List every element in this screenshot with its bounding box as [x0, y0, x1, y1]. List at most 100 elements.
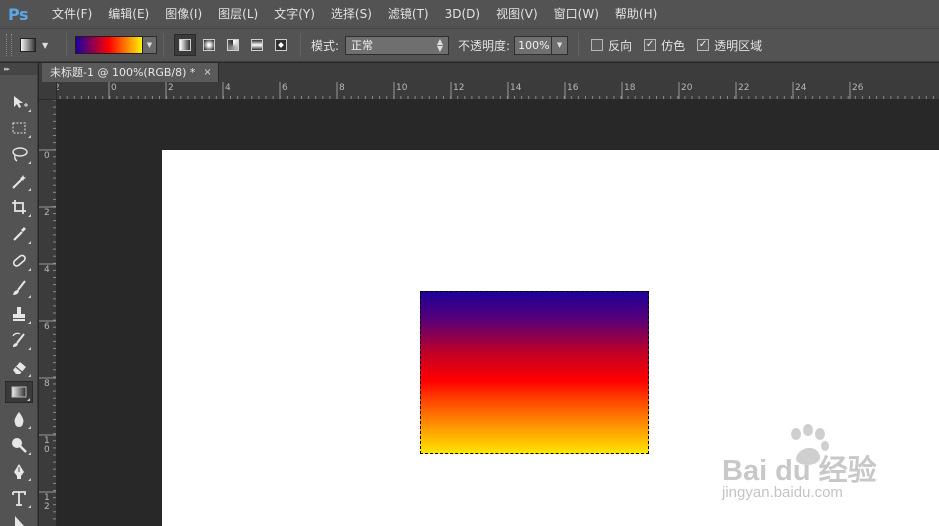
eraser-tool-button[interactable] [5, 356, 33, 378]
menu-item[interactable]: 编辑(E) [100, 0, 157, 28]
transparency-checkbox-box[interactable]: ✓ [697, 39, 710, 51]
menu-item[interactable]: 图层(L) [210, 0, 266, 28]
dodge-tool-button[interactable] [5, 434, 33, 456]
ruler-label: 2 [168, 83, 174, 93]
menu-bar: Ps 文件(F) 编辑(E) 图像(I) 图层(L) 文字(Y) 选择(S) 滤镜(T) 3D… [0, 0, 939, 28]
tool-flyout-indicator [28, 478, 31, 481]
ruler-label: 4 [225, 83, 231, 93]
menu-item[interactable]: 窗口(W) [546, 0, 607, 28]
ruler-label: 1 0 [44, 436, 50, 455]
pen-icon [14, 464, 24, 479]
document-tab-bar: 未标题-1 @ 100%(RGB/8) * × [39, 63, 939, 82]
transparency-checkbox[interactable]: ✓ 透明区域 [697, 37, 762, 54]
tool-flyout-indicator [28, 109, 31, 112]
lasso-tool-button[interactable] [5, 143, 33, 165]
divider [300, 33, 301, 57]
watermark-brand: Bai du 经验 [722, 455, 877, 487]
toolbox-collapse-icon[interactable]: ▸▸ [0, 63, 37, 75]
ruler-origin[interactable] [39, 82, 57, 100]
tool-flyout-indicator [27, 398, 30, 401]
eyedropper-icon [13, 227, 26, 241]
path-selection-tool-button[interactable] [5, 512, 33, 526]
divider [163, 33, 164, 57]
options-bar-grip[interactable] [6, 34, 12, 56]
angle-gradient-button[interactable] [222, 34, 244, 56]
menu-item[interactable]: 选择(S) [323, 0, 380, 28]
eraser-icon [13, 362, 26, 374]
dodge-icon [12, 438, 27, 453]
menu-item[interactable]: 帮助(H) [607, 0, 665, 28]
ruler-label: 6 [282, 83, 288, 93]
opacity-slider-button[interactable]: ▼ [552, 35, 569, 55]
tool-flyout-indicator [28, 241, 31, 244]
blur-tool-button[interactable] [5, 408, 33, 430]
selection-marquee[interactable] [420, 291, 649, 454]
type-tool-button[interactable] [5, 487, 33, 509]
menu-item[interactable]: 滤镜(T) [380, 0, 437, 28]
tool-preset-picker[interactable]: ▼ [20, 33, 60, 57]
marquee-tool-button[interactable] [5, 117, 33, 139]
path-selection-icon [15, 516, 24, 526]
tool-flyout-indicator [28, 161, 31, 164]
gradient-dropdown-button[interactable]: ▼ [143, 36, 157, 54]
magic-wand-tool-button[interactable] [5, 170, 33, 192]
horizontal-ruler[interactable]: 202468101214161820222426 [57, 82, 939, 100]
opacity-input[interactable]: 100% [514, 35, 553, 55]
pen-tool-button[interactable] [5, 460, 33, 482]
menu-item[interactable]: 图像(I) [157, 0, 210, 28]
watermark-url: jingyan.baidu.com [722, 484, 843, 501]
reverse-checkbox[interactable]: 反向 [591, 37, 632, 54]
clone-stamp-tool-button[interactable] [5, 303, 33, 325]
opacity-label: 不透明度: [458, 38, 511, 53]
opacity-control: 100% ▼ [514, 35, 569, 55]
dither-checkbox[interactable]: ✓ 仿色 [644, 37, 685, 54]
reflected-gradient-button[interactable] [246, 34, 268, 56]
document-tab[interactable]: 未标题-1 @ 100%(RGB/8) * × [42, 63, 219, 82]
tool-flyout-indicator [28, 188, 31, 191]
updown-arrows-icon: ▲ ▼ [436, 37, 444, 53]
transparency-label: 透明区域 [714, 38, 763, 53]
menu-item[interactable]: 视图(V) [488, 0, 546, 28]
radial-gradient-button[interactable] [198, 34, 220, 56]
radial-gradient-icon [203, 39, 215, 51]
mode-label: 模式: [311, 38, 340, 53]
marquee-icon [12, 122, 26, 134]
reverse-checkbox-box[interactable] [591, 39, 604, 51]
close-icon[interactable]: × [203, 63, 211, 82]
ruler-label: 12 [453, 83, 465, 93]
magic-wand-icon [12, 175, 26, 189]
tool-flyout-indicator [28, 268, 31, 271]
brush-tool-button[interactable] [5, 277, 33, 299]
brush-icon [13, 280, 26, 295]
healing-brush-tool-button[interactable] [5, 250, 33, 272]
gradient-tool-button[interactable] [5, 381, 33, 403]
gradient-picker[interactable]: ▼ [75, 35, 157, 55]
mode-select[interactable]: 正常 ▲ ▼ [345, 35, 450, 55]
reverse-label: 反向 [608, 38, 633, 53]
blur-icon [14, 412, 24, 427]
document-tab-title: 未标题-1 @ 100%(RGB/8) * [50, 66, 196, 79]
ruler-label: 0 [111, 83, 117, 93]
main-menu: 文件(F) 编辑(E) 图像(I) 图层(L) 文字(Y) 选择(S) 滤镜(T) 3D(D)… [44, 0, 665, 28]
tool-flyout-indicator [28, 321, 31, 324]
history-brush-tool-button[interactable] [5, 329, 33, 351]
tool-flyout-indicator [28, 347, 31, 350]
diamond-gradient-button[interactable] [270, 34, 292, 56]
menu-item[interactable]: 3D(D) [437, 0, 488, 28]
crop-tool-button[interactable] [5, 196, 33, 218]
menu-item[interactable]: 文字(Y) [266, 0, 323, 28]
vertical-ruler[interactable]: 0 2 4 6 8 1 0 1 2 [39, 100, 57, 526]
type-icon [12, 491, 26, 506]
photoshop-window: Ps 文件(F) 编辑(E) 图像(I) 图层(L) 文字(Y) 选择(S) 滤镜(T) 3D… [0, 0, 939, 526]
move-tool-button[interactable] [5, 91, 33, 113]
linear-gradient-button[interactable] [174, 34, 196, 56]
history-brush-icon [12, 332, 25, 347]
tool-flyout-indicator [28, 374, 31, 377]
gradient-preview-swatch[interactable] [75, 36, 143, 54]
ruler-label: 2 [44, 208, 50, 218]
dither-checkbox-box[interactable]: ✓ [644, 39, 657, 51]
ruler-label: 14 [510, 83, 522, 93]
menu-item[interactable]: 文件(F) [44, 0, 100, 28]
eyedropper-tool-button[interactable] [5, 223, 33, 245]
ruler-label: 18 [624, 83, 636, 93]
